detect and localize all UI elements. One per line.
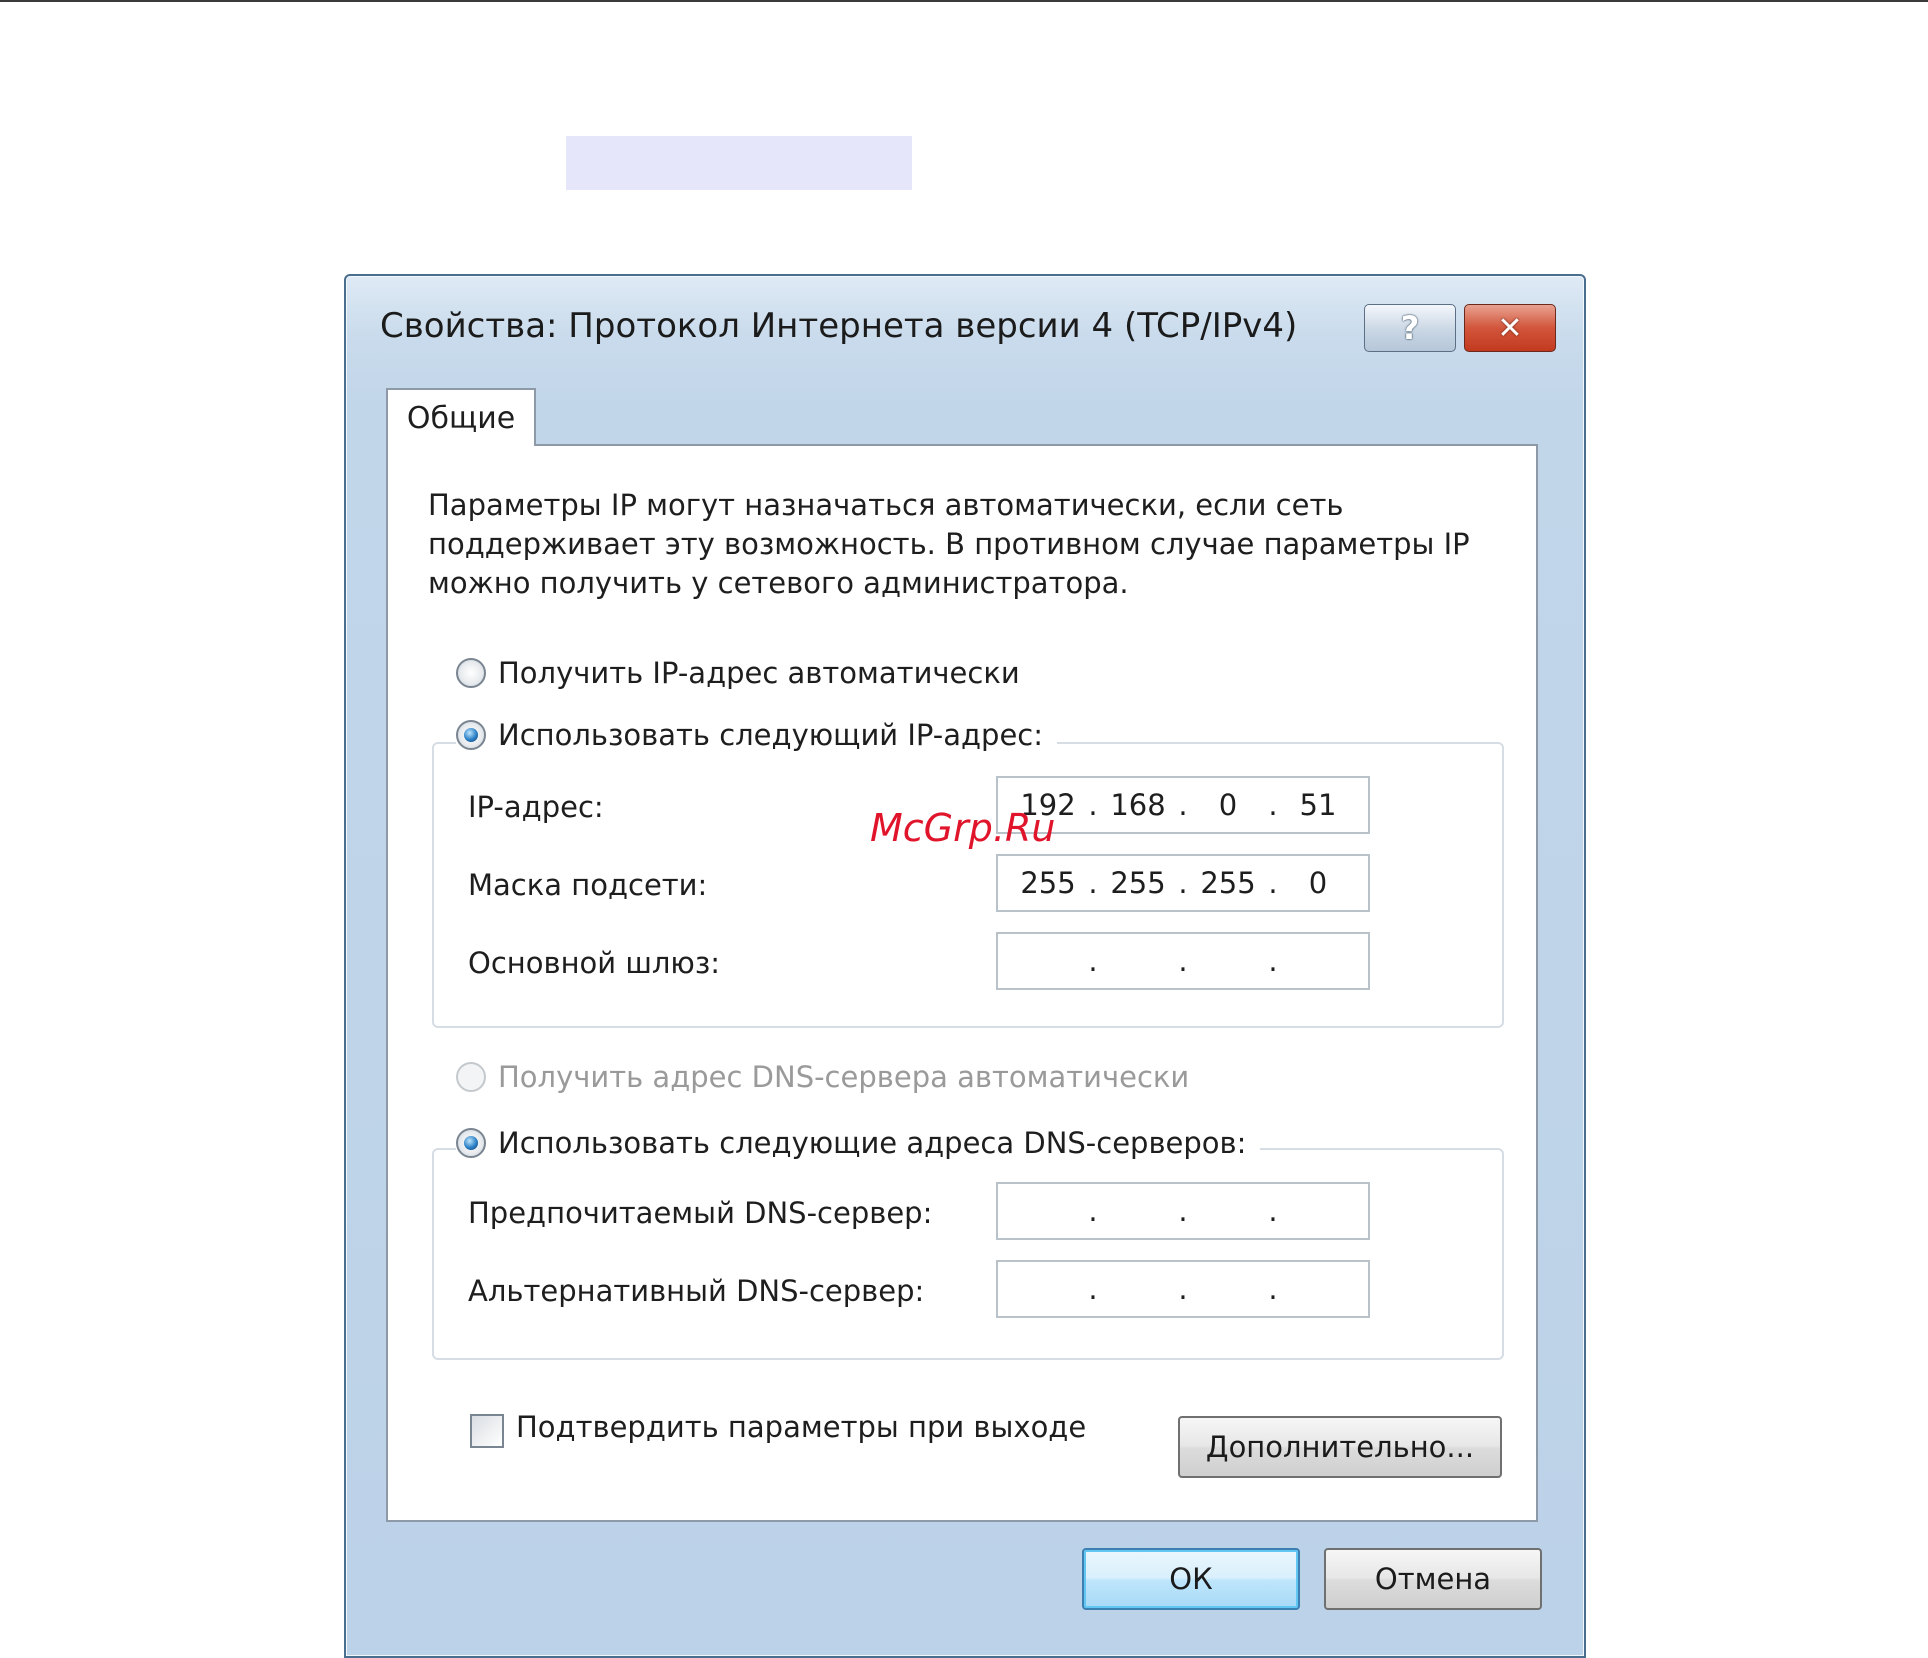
ip-dot: . — [1268, 1272, 1278, 1306]
radio-dns-auto[interactable]: Получить адрес DNS-сервера автоматически — [456, 1060, 1204, 1094]
radio-selected-dot — [464, 728, 478, 742]
tcpip-properties-dialog: Свойства: Протокол Интернета версии 4 (T… — [344, 274, 1586, 1658]
radio-ip-auto-label: Получить IP-адрес автоматически — [498, 656, 1020, 690]
radio-dns-manual[interactable]: Использовать следующие адреса DNS-сервер… — [456, 1126, 1261, 1160]
watermark-text: McGrp.Ru — [870, 806, 1056, 850]
radio-selected-dot — [464, 1136, 478, 1150]
ip-dot: . — [1088, 866, 1098, 900]
ip-dot: . — [1178, 788, 1188, 822]
mask-octet-2: 255 — [1110, 866, 1166, 900]
ip-dot: . — [1178, 1272, 1188, 1306]
radio-ip-manual-label: Использовать следующий IP-адрес: — [498, 718, 1044, 752]
gateway-label: Основной шлюз: — [468, 946, 721, 980]
highlight-box — [566, 136, 912, 190]
close-icon: ✕ — [1497, 310, 1523, 346]
tab-general[interactable]: Общие — [386, 388, 536, 446]
ip-dot: . — [1268, 1194, 1278, 1228]
dns-settings-group — [432, 1148, 1504, 1360]
validate-on-exit-checkbox[interactable] — [470, 1414, 504, 1448]
ok-button[interactable]: ОК — [1082, 1548, 1300, 1610]
advanced-button-label: Дополнительно... — [1205, 1430, 1475, 1464]
mask-octet-1: 255 — [1020, 866, 1076, 900]
radio-ip-auto-circle[interactable] — [456, 658, 486, 688]
radio-ip-manual[interactable]: Использовать следующий IP-адрес: — [456, 718, 1058, 752]
window-title: Свойства: Протокол Интернета версии 4 (T… — [380, 306, 1298, 346]
ip-dot: . — [1088, 944, 1098, 978]
ip-dot: . — [1268, 788, 1278, 822]
alternate-dns-input[interactable]: . . . — [996, 1260, 1370, 1318]
cancel-button-label: Отмена — [1374, 1562, 1492, 1596]
subnet-mask-input[interactable]: 255 . 255 . 255 . 0 — [996, 854, 1370, 912]
ip-octet-2: 168 — [1110, 788, 1166, 822]
gateway-input[interactable]: . . . — [996, 932, 1370, 990]
preferred-dns-label: Предпочитаемый DNS-сервер: — [468, 1196, 933, 1230]
top-rule — [0, 0, 1928, 2]
ip-dot: . — [1178, 944, 1188, 978]
tab-label: Общие — [406, 400, 516, 436]
mask-octet-3: 255 — [1200, 866, 1256, 900]
ok-button-label: ОК — [1169, 1562, 1213, 1596]
ip-octet-4: 51 — [1299, 788, 1337, 822]
ip-dot: . — [1268, 944, 1278, 978]
ip-octet-3: 0 — [1218, 788, 1238, 822]
ip-dot: . — [1268, 866, 1278, 900]
intro-text: Параметры IP могут назначаться автоматич… — [428, 488, 1470, 600]
radio-dns-auto-label: Получить адрес DNS-сервера автоматически — [498, 1060, 1190, 1094]
subnet-mask-label: Маска подсети: — [468, 868, 708, 902]
general-tab-panel: Параметры IP могут назначаться автоматич… — [386, 444, 1538, 1522]
mask-octet-4: 0 — [1308, 866, 1328, 900]
validate-on-exit-label: Подтвердить параметры при выходе — [516, 1410, 1087, 1444]
ip-dot: . — [1088, 788, 1098, 822]
ip-dot: . — [1088, 1272, 1098, 1306]
ip-address-label: IP-адрес: — [468, 790, 604, 824]
ip-dot: . — [1088, 1194, 1098, 1228]
advanced-button[interactable]: Дополнительно... — [1178, 1416, 1502, 1478]
question-mark-icon: ? — [1400, 309, 1420, 347]
help-button[interactable]: ? — [1364, 304, 1456, 352]
radio-ip-manual-circle[interactable] — [456, 720, 486, 750]
radio-ip-auto[interactable]: Получить IP-адрес автоматически — [456, 656, 1034, 690]
close-button[interactable]: ✕ — [1464, 304, 1556, 352]
radio-dns-auto-circle[interactable] — [456, 1062, 486, 1092]
radio-dns-manual-circle[interactable] — [456, 1128, 486, 1158]
ip-dot: . — [1178, 866, 1188, 900]
ip-dot: . — [1178, 1194, 1188, 1228]
radio-dns-manual-label: Использовать следующие адреса DNS-сервер… — [498, 1126, 1247, 1160]
alternate-dns-label: Альтернативный DNS-сервер: — [468, 1274, 925, 1308]
preferred-dns-input[interactable]: . . . — [996, 1182, 1370, 1240]
cancel-button[interactable]: Отмена — [1324, 1548, 1542, 1610]
